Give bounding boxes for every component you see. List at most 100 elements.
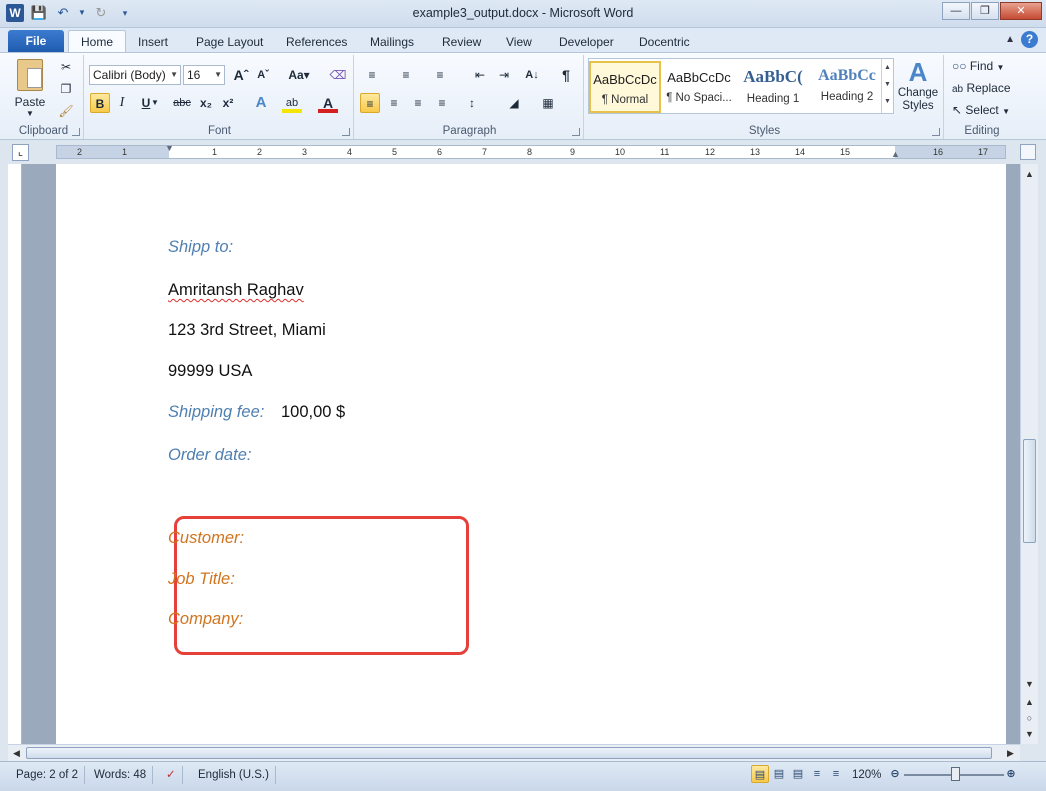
minimize-button[interactable]: — [942,2,970,20]
web-layout-icon[interactable]: ▤ [789,765,807,783]
vertical-scroll-thumb[interactable] [1023,439,1036,543]
recipient-name[interactable]: Amritansh Raghav [168,281,304,300]
font-color-icon[interactable]: A [318,93,338,113]
vertical-ruler[interactable] [8,164,22,744]
grow-font-icon[interactable]: Aˆ [231,65,251,85]
tab-references[interactable]: References [286,32,347,52]
copy-icon[interactable]: ❐ [56,79,76,99]
minimize-ribbon-icon[interactable]: ▲ [1005,34,1015,45]
company-label[interactable]: Company: [168,610,243,629]
gallery-scroll[interactable]: ▲ ▼ ▼ [881,59,893,113]
underline-dropdown-icon[interactable]: ▼ [150,93,160,113]
language[interactable]: English (U.S.) [192,766,276,784]
highlight-color-icon[interactable]: ab [282,93,302,113]
multilevel-list-icon[interactable]: ≡ [430,65,450,85]
scroll-up-icon[interactable]: ▲ [1021,166,1038,182]
scroll-left-icon[interactable]: ◀ [8,745,25,761]
previous-page-icon[interactable]: ▲ [1021,694,1038,710]
shading-icon[interactable]: ◢ [504,93,524,113]
zoom-out-icon[interactable]: ⊖ [886,765,904,783]
font-size-combo[interactable]: 16 ▼ [183,65,225,85]
draft-view-icon[interactable]: ≡ [827,765,845,783]
style-no-spacing[interactable]: AaBbCcDc ¶ No Spaci... [663,61,735,113]
scroll-right-icon[interactable]: ▶ [1002,745,1019,761]
next-page-icon[interactable]: ▼ [1021,726,1038,742]
bold-button[interactable]: B [90,93,110,113]
style-normal[interactable]: AaBbCcDc ¶ Normal [589,61,661,113]
sort-icon[interactable]: A↓ [522,65,542,85]
clipboard-launcher-icon[interactable] [72,128,80,136]
order-date-label[interactable]: Order date: [168,446,251,465]
styles-launcher-icon[interactable] [932,128,940,136]
customer-label[interactable]: Customer: [168,529,244,548]
zoom-level[interactable]: 120% [846,766,887,784]
horizontal-scrollbar[interactable]: ◀ ▶ [8,744,1020,761]
select-button[interactable]: ↖ Select ▼ [952,103,1010,117]
zoom-in-icon[interactable]: ⊕ [1002,765,1020,783]
view-ruler-icon[interactable] [1020,144,1036,160]
style-heading-2[interactable]: AaBbCc Heading 2 [811,61,883,113]
decrease-indent-icon[interactable]: ⇤ [470,65,490,85]
tab-mailings[interactable]: Mailings [370,32,414,52]
paste-button[interactable]: Paste ▼ [10,57,50,118]
close-button[interactable]: ✕ [1000,2,1042,20]
line-spacing-icon[interactable]: ↕ [462,93,482,113]
maximize-button[interactable]: ❐ [971,2,999,20]
tab-review[interactable]: Review [442,32,481,52]
font-launcher-icon[interactable] [342,128,350,136]
help-icon[interactable]: ? [1021,31,1038,48]
scroll-down-icon[interactable]: ▼ [1021,676,1038,692]
align-right-button[interactable]: ≡ [408,93,428,113]
shipping-fee-value[interactable]: 100,00 $ [281,403,345,422]
shrink-font-icon[interactable]: Aˇ [253,65,273,85]
tab-file[interactable]: File [8,30,64,52]
document-page[interactable]: Shipp to: Amritansh Raghav 123 3rd Stree… [56,164,1006,744]
tab-insert[interactable]: Insert [138,32,168,52]
first-line-indent-marker[interactable]: ▼ [165,143,174,153]
text-effects-icon[interactable]: A [251,93,271,113]
page-count[interactable]: Page: 2 of 2 [10,766,86,784]
outline-view-icon[interactable]: ≡ [808,765,826,783]
tab-view[interactable]: View [506,32,532,52]
vertical-scrollbar[interactable]: ▲ ▼ ▲ ○ ▼ [1020,164,1038,744]
ship-to-label[interactable]: Shipp to: [168,238,233,257]
change-styles-button[interactable]: A Change Styles [896,57,940,113]
italic-button[interactable]: I [112,93,132,113]
replace-button[interactable]: ab Replace [952,81,1011,95]
justify-button[interactable]: ≡ [432,93,452,113]
horizontal-scroll-thumb[interactable] [26,747,992,759]
bullets-icon[interactable]: ≡ [362,65,382,85]
style-heading-1[interactable]: AaBbC( Heading 1 [737,61,809,113]
change-case-icon[interactable]: Aa▾ [286,65,312,85]
font-name-combo[interactable]: Calibri (Body) ▼ [89,65,181,85]
paragraph-launcher-icon[interactable] [572,128,580,136]
find-button[interactable]: ○○ Find ▼ [952,59,1004,73]
right-indent-marker[interactable]: ▲ [891,149,900,159]
address-line-1[interactable]: 123 3rd Street, Miami [168,321,326,340]
tab-docentric[interactable]: Docentric [639,32,690,52]
borders-icon[interactable]: ▦ [538,93,558,113]
format-painter-icon[interactable]: 🖌 [56,101,76,121]
numbering-icon[interactable]: ≡ [396,65,416,85]
align-center-button[interactable]: ≡ [384,93,404,113]
show-formatting-icon[interactable]: ¶ [556,65,576,85]
tab-home[interactable]: Home [68,30,127,53]
tab-page-layout[interactable]: Page Layout [196,32,263,52]
address-line-2[interactable]: 99999 USA [168,362,252,381]
increase-indent-icon[interactable]: ⇥ [494,65,514,85]
cut-icon[interactable]: ✂ [56,57,76,77]
strikethrough-button[interactable]: abc [170,93,194,113]
browse-object-icon[interactable]: ○ [1021,710,1038,726]
word-count[interactable]: Words: 48 [88,766,154,784]
superscript-button[interactable]: x² [218,93,238,113]
shipping-fee-label[interactable]: Shipping fee: [168,403,264,422]
job-title-label[interactable]: Job Title: [168,570,235,589]
subscript-button[interactable]: x₂ [196,93,216,113]
print-layout-view-icon[interactable]: ▤ [751,765,769,783]
proofing-icon[interactable]: ✓ [160,766,183,784]
align-left-button[interactable]: ≡ [360,93,380,113]
full-screen-reading-icon[interactable]: ▤ [770,765,788,783]
horizontal-ruler[interactable]: 2 1 ▼ 1 2 3 4 5 6 7 8 9 10 11 12 13 14 1… [56,143,1006,159]
tab-selector-icon[interactable]: ⌞ [12,144,29,161]
clear-formatting-icon[interactable]: ⌫ [328,65,348,85]
